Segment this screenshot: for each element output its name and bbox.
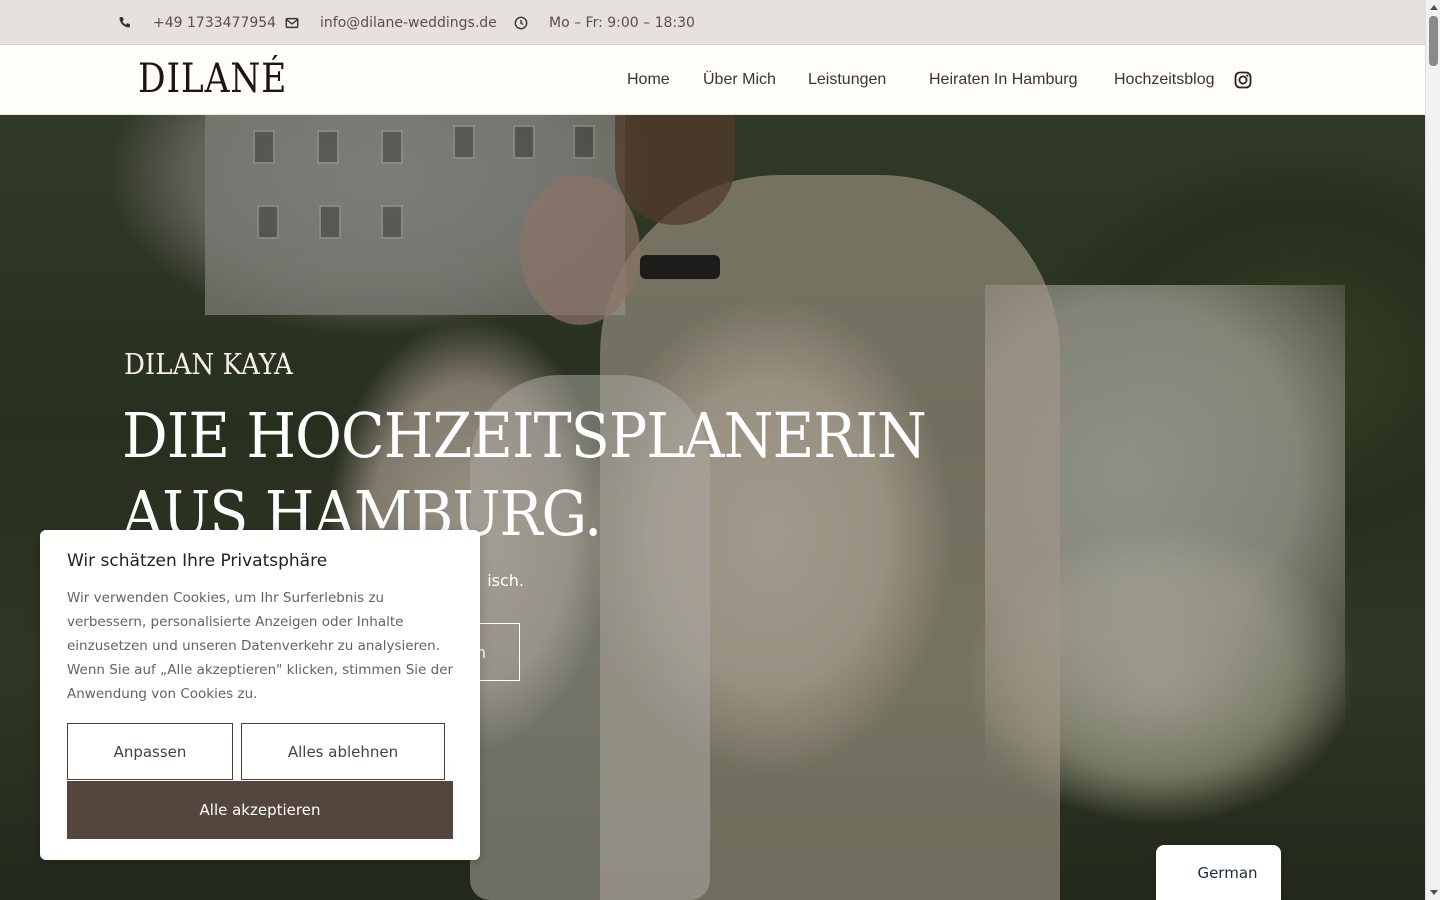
clock-icon xyxy=(514,0,528,45)
email-link[interactable]: info@dilane-weddings.de xyxy=(320,0,497,45)
phone-icon xyxy=(118,0,132,45)
top-info-bar: +49 1733477954 info@dilane-weddings.de M… xyxy=(0,0,1425,45)
instagram-icon[interactable] xyxy=(1234,71,1252,89)
nav-blog[interactable]: Hochzeitsblog xyxy=(1114,71,1215,89)
hero-eyebrow: DILAN KAYA xyxy=(124,347,293,381)
site-logo[interactable]: DILANÉ xyxy=(138,57,287,101)
nav-services[interactable]: Leistungen xyxy=(808,71,886,89)
language-label: German xyxy=(1197,863,1258,882)
nav-about[interactable]: Über Mich xyxy=(703,71,776,89)
page-scrollbar[interactable] xyxy=(1425,0,1440,900)
scroll-up-arrow-icon[interactable] xyxy=(1430,5,1438,10)
accept-all-button[interactable]: Alle akzeptieren xyxy=(67,781,453,839)
nav-home[interactable]: Home xyxy=(627,71,670,89)
site-header: DILANÉ Home Über Mich Leistungen Heirate… xyxy=(0,45,1425,115)
reject-all-button[interactable]: Alles ablehnen xyxy=(241,723,445,780)
scroll-thumb[interactable] xyxy=(1429,16,1438,66)
cookie-text: Wir verwenden Cookies, um Ihr Surferlebn… xyxy=(67,590,454,702)
cookie-title: Wir schätzen Ihre Privatsphäre xyxy=(67,551,328,571)
envelope-icon xyxy=(285,0,299,45)
opening-hours: Mo – Fr: 9:00 – 18:30 xyxy=(549,14,695,31)
nav-hamburg[interactable]: Heiraten In Hamburg xyxy=(929,71,1078,89)
scroll-down-arrow-icon[interactable] xyxy=(1430,890,1438,895)
phone-link[interactable]: +49 1733477954 xyxy=(153,0,276,45)
language-switcher[interactable]: German xyxy=(1156,845,1281,900)
customize-button[interactable]: Anpassen xyxy=(67,723,233,780)
cookie-consent-banner: Wir schätzen Ihre Privatsphäre Wir verwe… xyxy=(40,530,480,860)
